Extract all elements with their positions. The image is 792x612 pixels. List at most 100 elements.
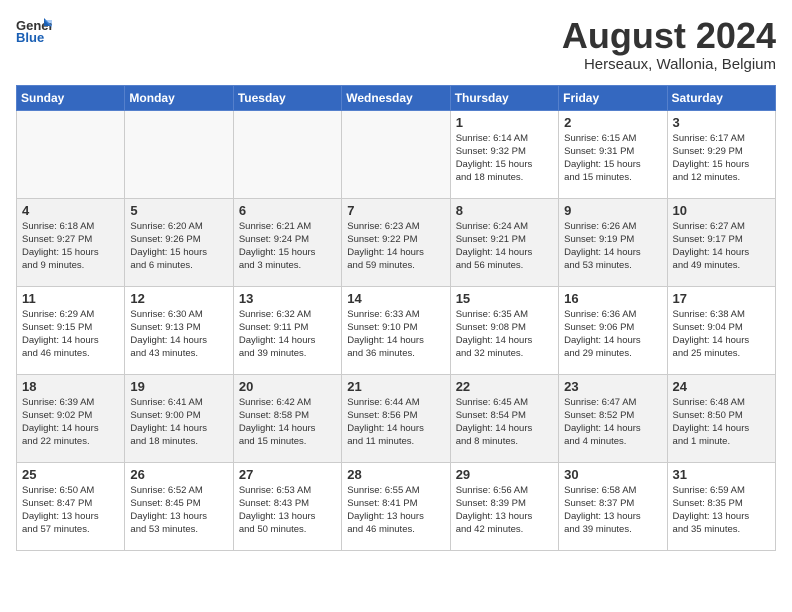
day-info: Sunrise: 6:15 AM Sunset: 9:31 PM Dayligh… [564, 132, 661, 185]
day-number: 7 [347, 203, 444, 218]
day-info: Sunrise: 6:58 AM Sunset: 8:37 PM Dayligh… [564, 484, 661, 537]
calendar-cell: 23 Sunrise: 6:47 AM Sunset: 8:52 PM Dayli… [559, 374, 667, 462]
day-number: 14 [347, 291, 444, 306]
calendar-cell: 25 Sunrise: 6:50 AM Sunset: 8:47 PM Dayli… [17, 462, 125, 550]
col-header-saturday: Saturday [667, 85, 775, 110]
day-number: 21 [347, 379, 444, 394]
calendar-week-2: 4Sunrise: 6:18 AM Sunset: 9:27 PM Daylig… [17, 198, 776, 286]
day-number: 13 [239, 291, 336, 306]
day-number: 4 [22, 203, 119, 218]
day-number: 12 [130, 291, 227, 306]
day-info: Sunrise: 6:35 AM Sunset: 9:08 PM Dayligh… [456, 308, 553, 361]
col-header-thursday: Thursday [450, 85, 558, 110]
day-info: Sunrise: 6:36 AM Sunset: 9:06 PM Dayligh… [564, 308, 661, 361]
calendar-cell: 11 Sunrise: 6:29 AM Sunset: 9:15 PM Dayli… [17, 286, 125, 374]
logo: General Blue [16, 16, 52, 44]
logo-icon: General Blue [16, 16, 52, 44]
calendar-cell: 9Sunrise: 6:26 AM Sunset: 9:19 PM Daylig… [559, 198, 667, 286]
calendar-cell: 5 Sunrise: 6:20 AM Sunset: 9:26 PM Daylig… [125, 198, 233, 286]
day-info: Sunrise: 6:52 AM Sunset: 8:45 PM Dayligh… [130, 484, 227, 537]
day-number: 18 [22, 379, 119, 394]
calendar-cell: 13 Sunrise: 6:32 AM Sunset: 9:11 PM Dayli… [233, 286, 341, 374]
title-block: August 2024 Herseaux, Wallonia, Belgium [562, 16, 776, 73]
day-info: Sunrise: 6:32 AM Sunset: 9:11 PM Dayligh… [239, 308, 336, 361]
day-number: 11 [22, 291, 119, 306]
day-info: Sunrise: 6:30 AM Sunset: 9:13 PM Dayligh… [130, 308, 227, 361]
day-info: Sunrise: 6:39 AM Sunset: 9:02 PM Dayligh… [22, 396, 119, 449]
day-number: 30 [564, 467, 661, 482]
day-number: 8 [456, 203, 553, 218]
day-info: Sunrise: 6:29 AM Sunset: 9:15 PM Dayligh… [22, 308, 119, 361]
calendar-header: SundayMondayTuesdayWednesdayThursdayFrid… [17, 85, 776, 110]
day-info: Sunrise: 6:42 AM Sunset: 8:58 PM Dayligh… [239, 396, 336, 449]
calendar-cell: 12 Sunrise: 6:30 AM Sunset: 9:13 PM Dayli… [125, 286, 233, 374]
header-row: SundayMondayTuesdayWednesdayThursdayFrid… [17, 85, 776, 110]
calendar-cell [342, 110, 450, 198]
day-number: 6 [239, 203, 336, 218]
calendar-cell: 27 Sunrise: 6:53 AM Sunset: 8:43 PM Dayli… [233, 462, 341, 550]
day-info: Sunrise: 6:50 AM Sunset: 8:47 PM Dayligh… [22, 484, 119, 537]
calendar-cell: 19 Sunrise: 6:41 AM Sunset: 9:00 PM Dayli… [125, 374, 233, 462]
calendar-cell: 16 Sunrise: 6:36 AM Sunset: 9:06 PM Dayli… [559, 286, 667, 374]
day-info: Sunrise: 6:17 AM Sunset: 9:29 PM Dayligh… [673, 132, 770, 185]
calendar-cell: 14Sunrise: 6:33 AM Sunset: 9:10 PM Dayli… [342, 286, 450, 374]
col-header-sunday: Sunday [17, 85, 125, 110]
col-header-wednesday: Wednesday [342, 85, 450, 110]
col-header-monday: Monday [125, 85, 233, 110]
calendar-cell: 22 Sunrise: 6:45 AM Sunset: 8:54 PM Dayli… [450, 374, 558, 462]
calendar-cell: 20Sunrise: 6:42 AM Sunset: 8:58 PM Dayli… [233, 374, 341, 462]
calendar-cell: 8 Sunrise: 6:24 AM Sunset: 9:21 PM Daylig… [450, 198, 558, 286]
calendar-cell: 3 Sunrise: 6:17 AM Sunset: 9:29 PM Daylig… [667, 110, 775, 198]
day-info: Sunrise: 6:59 AM Sunset: 8:35 PM Dayligh… [673, 484, 770, 537]
day-number: 3 [673, 115, 770, 130]
calendar-cell: 2Sunrise: 6:15 AM Sunset: 9:31 PM Daylig… [559, 110, 667, 198]
day-info: Sunrise: 6:23 AM Sunset: 9:22 PM Dayligh… [347, 220, 444, 273]
day-info: Sunrise: 6:56 AM Sunset: 8:39 PM Dayligh… [456, 484, 553, 537]
day-number: 22 [456, 379, 553, 394]
day-number: 23 [564, 379, 661, 394]
calendar-cell: 28Sunrise: 6:55 AM Sunset: 8:41 PM Dayli… [342, 462, 450, 550]
calendar-week-5: 25 Sunrise: 6:50 AM Sunset: 8:47 PM Dayli… [17, 462, 776, 550]
day-number: 27 [239, 467, 336, 482]
calendar-cell: 10Sunrise: 6:27 AM Sunset: 9:17 PM Dayli… [667, 198, 775, 286]
calendar-cell: 18 Sunrise: 6:39 AM Sunset: 9:02 PM Dayli… [17, 374, 125, 462]
calendar-week-3: 11 Sunrise: 6:29 AM Sunset: 9:15 PM Dayli… [17, 286, 776, 374]
calendar-week-1: 1 Sunrise: 6:14 AM Sunset: 9:32 PM Daylig… [17, 110, 776, 198]
day-info: Sunrise: 6:55 AM Sunset: 8:41 PM Dayligh… [347, 484, 444, 537]
calendar-cell: 15 Sunrise: 6:35 AM Sunset: 9:08 PM Dayli… [450, 286, 558, 374]
day-number: 31 [673, 467, 770, 482]
calendar-cell: 4Sunrise: 6:18 AM Sunset: 9:27 PM Daylig… [17, 198, 125, 286]
day-info: Sunrise: 6:44 AM Sunset: 8:56 PM Dayligh… [347, 396, 444, 449]
day-info: Sunrise: 6:14 AM Sunset: 9:32 PM Dayligh… [456, 132, 553, 185]
day-info: Sunrise: 6:24 AM Sunset: 9:21 PM Dayligh… [456, 220, 553, 273]
day-number: 5 [130, 203, 227, 218]
calendar-cell: 1 Sunrise: 6:14 AM Sunset: 9:32 PM Daylig… [450, 110, 558, 198]
day-number: 29 [456, 467, 553, 482]
calendar-cell [17, 110, 125, 198]
calendar-cell: 21 Sunrise: 6:44 AM Sunset: 8:56 PM Dayli… [342, 374, 450, 462]
calendar-week-4: 18 Sunrise: 6:39 AM Sunset: 9:02 PM Dayli… [17, 374, 776, 462]
col-header-tuesday: Tuesday [233, 85, 341, 110]
day-info: Sunrise: 6:53 AM Sunset: 8:43 PM Dayligh… [239, 484, 336, 537]
day-info: Sunrise: 6:26 AM Sunset: 9:19 PM Dayligh… [564, 220, 661, 273]
day-number: 1 [456, 115, 553, 130]
day-info: Sunrise: 6:45 AM Sunset: 8:54 PM Dayligh… [456, 396, 553, 449]
page-header: General Blue August 2024 Herseaux, Wallo… [16, 16, 776, 73]
day-number: 19 [130, 379, 227, 394]
day-info: Sunrise: 6:47 AM Sunset: 8:52 PM Dayligh… [564, 396, 661, 449]
calendar-cell [125, 110, 233, 198]
day-info: Sunrise: 6:20 AM Sunset: 9:26 PM Dayligh… [130, 220, 227, 273]
calendar-cell [233, 110, 341, 198]
day-number: 15 [456, 291, 553, 306]
calendar-cell: 6 Sunrise: 6:21 AM Sunset: 9:24 PM Daylig… [233, 198, 341, 286]
month-title: August 2024 [562, 16, 776, 56]
day-number: 17 [673, 291, 770, 306]
day-number: 25 [22, 467, 119, 482]
day-info: Sunrise: 6:41 AM Sunset: 9:00 PM Dayligh… [130, 396, 227, 449]
day-info: Sunrise: 6:21 AM Sunset: 9:24 PM Dayligh… [239, 220, 336, 273]
day-number: 24 [673, 379, 770, 394]
day-number: 26 [130, 467, 227, 482]
col-header-friday: Friday [559, 85, 667, 110]
calendar-cell: 29 Sunrise: 6:56 AM Sunset: 8:39 PM Dayli… [450, 462, 558, 550]
day-number: 16 [564, 291, 661, 306]
